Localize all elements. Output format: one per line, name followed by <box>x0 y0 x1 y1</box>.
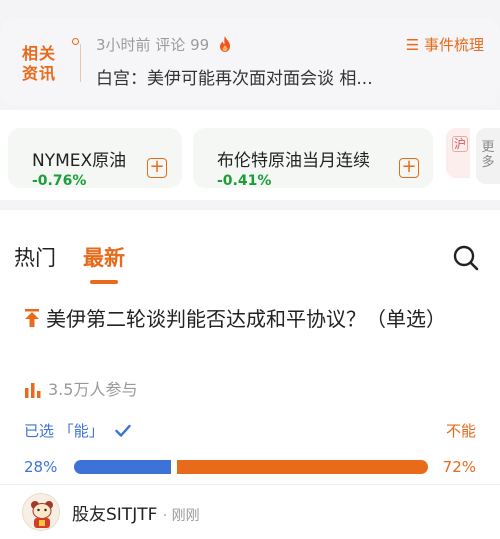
quote-change: -0.41% <box>217 173 272 189</box>
avatar-image <box>23 494 59 530</box>
poll-participants: 3.5万人参与 <box>24 376 137 400</box>
add-watchlist-icon[interactable]: + <box>399 158 419 178</box>
poll-title[interactable]: 美伊第二轮谈判能否达成和平协议？（单选） <box>24 302 484 336</box>
quote-change: -0.76% <box>32 173 87 189</box>
bar-chart-icon <box>25 383 41 398</box>
related-news-section: 相关 资讯 3小时前 评论 99 ☰ 事件梳理 白宫：美伊可能再次面对面会谈 相… <box>0 0 500 110</box>
tab-latest[interactable]: 最新 <box>83 242 125 272</box>
event-timeline-button[interactable]: ☰ 事件梳理 <box>406 34 484 55</box>
pin-top-icon <box>25 309 39 327</box>
participants-count: 3.5万人参与 <box>48 380 138 399</box>
news-time-comments: 3小时前 评论 99 <box>96 36 210 54</box>
related-news-logo: 相关 资讯 <box>22 44 68 84</box>
poll-option-no[interactable]: 不能 <box>446 420 476 441</box>
comment-tabs: 热门 最新 <box>0 228 500 284</box>
quote-cards: NYMEX原油 -0.76% + 布伦特原油当月连续 -0.41% + 沪 更多 <box>0 118 500 189</box>
poll-bar-no <box>177 460 428 474</box>
timeline-line <box>80 44 81 82</box>
shanghai-badge: 沪 <box>452 136 469 152</box>
logo-line-1: 相关 <box>22 44 57 63</box>
section-divider <box>0 200 500 210</box>
add-watchlist-icon[interactable]: + <box>147 158 167 178</box>
active-tab-indicator <box>90 280 118 284</box>
fire-icon <box>219 36 230 52</box>
more-quotes-button[interactable]: 更多 <box>476 128 500 184</box>
tab-hot[interactable]: 热门 <box>14 242 56 272</box>
poll-bar-yes <box>74 460 171 474</box>
search-icon[interactable] <box>452 244 480 272</box>
quote-name: 布伦特原油当月连续 <box>217 151 370 171</box>
related-news-card[interactable]: 相关 资讯 <box>0 18 500 106</box>
quote-card-brent[interactable]: 布伦特原油当月连续 -0.41% + <box>193 128 433 189</box>
option-yes-label: 已选 「能」 <box>24 422 104 440</box>
logo-line-2: 资讯 <box>22 64 57 83</box>
poll-option-yes[interactable]: 已选 「能」 <box>24 420 131 441</box>
quote-card-nymex[interactable]: NYMEX原油 -0.76% + <box>8 128 182 189</box>
timeline-dot <box>72 38 79 45</box>
news-headline[interactable]: 白宫：美伊可能再次面对面会谈 相... <box>96 64 396 89</box>
check-icon <box>114 424 131 437</box>
comment-author[interactable]: 股友SITJTF · 刚刚 <box>72 500 200 525</box>
news-meta: 3小时前 评论 99 <box>96 34 233 55</box>
poll-result-bar <box>74 460 428 474</box>
poll-question: 美伊第二轮谈判能否达成和平协议？（单选） <box>46 307 446 331</box>
avatar[interactable] <box>22 493 60 531</box>
post-time: · 刚刚 <box>162 508 200 524</box>
poll-percent-yes: 28% <box>24 458 58 476</box>
poll-percent-no: 72% <box>442 458 476 476</box>
comment-author-row: 股友SITJTF · 刚刚 <box>0 485 500 539</box>
quote-name: NYMEX原油 <box>32 151 127 171</box>
author-name: 股友SITJTF <box>72 505 158 525</box>
quote-card-partial[interactable]: 沪 <box>446 128 470 178</box>
